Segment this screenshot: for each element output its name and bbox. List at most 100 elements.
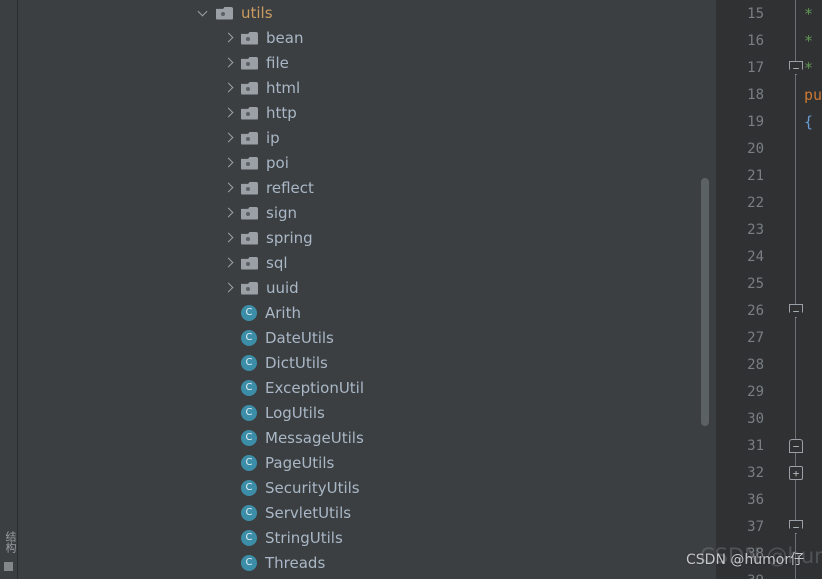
structure-tool-label[interactable]: 结构 (2, 531, 17, 553)
java-class-icon: C (241, 479, 257, 496)
line-number[interactable]: 22 (716, 189, 794, 216)
tree-item-class[interactable]: C Arith (19, 300, 715, 325)
chevron-right-icon[interactable] (222, 156, 235, 169)
line-number[interactable]: 30 (716, 405, 794, 432)
tree-item-folder[interactable]: poi (19, 150, 715, 175)
code-line[interactable] (804, 135, 822, 162)
code-line[interactable] (804, 459, 822, 486)
line-number[interactable]: 23 (716, 216, 794, 243)
fold-marker-start[interactable]: − (789, 439, 803, 453)
tree-item-folder[interactable]: sign (19, 200, 715, 225)
line-number[interactable]: 15 (716, 0, 794, 27)
code-line[interactable] (804, 189, 822, 216)
tree-scrollbar-track[interactable] (700, 0, 712, 579)
tree-item-class[interactable]: C DictUtils (19, 350, 715, 375)
tree-item-folder[interactable]: spring (19, 225, 715, 250)
tree-item-folder[interactable]: uuid (19, 275, 715, 300)
project-tree-panel[interactable]: utils bean file html http ip poi reflect sign spr… (19, 0, 715, 579)
line-number[interactable]: 32 (716, 459, 794, 486)
tree-item-folder[interactable]: bean (19, 25, 715, 50)
tree-item-class[interactable]: C LogUtils (19, 400, 715, 425)
tree-item-folder[interactable]: sql (19, 250, 715, 275)
code-line[interactable] (804, 378, 822, 405)
chevron-down-icon[interactable] (197, 6, 210, 19)
tree-item-folder[interactable] (19, 575, 715, 579)
tree-item-folder[interactable]: file (19, 50, 715, 75)
code-line[interactable] (804, 513, 822, 540)
tree-item-class[interactable]: C Threads (19, 550, 715, 575)
editor-gutter[interactable]: 15 16 17 18 19 20 21 22 23 24 25 26 27 28 29 30 31 32 36 37… (716, 0, 794, 579)
line-number[interactable]: 28 (716, 351, 794, 378)
chevron-right-icon[interactable] (222, 206, 235, 219)
left-tool-strip: 结构 (0, 0, 18, 579)
code-line[interactable] (804, 243, 822, 270)
code-line[interactable]: * (804, 27, 822, 54)
no-chevron-spacer (222, 456, 235, 469)
code-line[interactable]: * (804, 0, 822, 27)
code-line[interactable]: pu (804, 81, 822, 108)
tree-scrollbar-thumb[interactable] (701, 178, 709, 426)
line-number[interactable]: 39 (716, 567, 794, 579)
line-number[interactable]: 17 (716, 54, 794, 81)
tree-item-label: utils (241, 3, 273, 22)
no-chevron-spacer (222, 531, 235, 544)
code-line[interactable] (804, 297, 822, 324)
folder-icon (241, 81, 258, 95)
line-number[interactable]: 19 (716, 108, 794, 135)
collapse-chip-icon[interactable] (4, 562, 13, 571)
java-class-icon: C (241, 379, 257, 396)
tree-item-folder[interactable]: http (19, 100, 715, 125)
line-number[interactable]: 38 (716, 540, 794, 567)
chevron-right-icon[interactable] (222, 106, 235, 119)
code-line[interactable] (804, 270, 822, 297)
code-text-column[interactable]: * * * pu { (804, 0, 822, 579)
line-number[interactable]: 36 (716, 486, 794, 513)
code-line[interactable]: { (804, 108, 822, 135)
line-number[interactable]: 27 (716, 324, 794, 351)
code-line[interactable] (804, 216, 822, 243)
chevron-right-icon[interactable] (222, 281, 235, 294)
code-line[interactable] (804, 432, 822, 459)
code-line[interactable] (804, 567, 822, 579)
chevron-right-icon[interactable] (222, 181, 235, 194)
java-class-icon: C (241, 454, 257, 471)
fold-marker-plus[interactable]: + (789, 466, 803, 480)
chevron-right-icon[interactable] (222, 56, 235, 69)
tree-item-folder[interactable]: reflect (19, 175, 715, 200)
code-line[interactable] (804, 540, 822, 567)
code-line[interactable] (804, 405, 822, 432)
line-number[interactable]: 20 (716, 135, 794, 162)
chevron-right-icon[interactable] (222, 81, 235, 94)
line-number[interactable]: 18 (716, 81, 794, 108)
line-number[interactable]: 24 (716, 243, 794, 270)
line-number[interactable]: 37 (716, 513, 794, 540)
chevron-right-icon[interactable] (222, 31, 235, 44)
line-number[interactable]: 16 (716, 27, 794, 54)
code-line[interactable] (804, 162, 822, 189)
line-number[interactable]: 26 (716, 297, 794, 324)
tree-item-class[interactable]: C StringUtils (19, 525, 715, 550)
code-line[interactable] (804, 351, 822, 378)
no-chevron-spacer (222, 356, 235, 369)
tree-item-class[interactable]: C SecurityUtils (19, 475, 715, 500)
line-number[interactable]: 31 (716, 432, 794, 459)
chevron-right-icon[interactable] (222, 231, 235, 244)
tree-item-label: poi (266, 153, 289, 172)
tree-item-class[interactable]: C ServletUtils (19, 500, 715, 525)
line-number[interactable]: 29 (716, 378, 794, 405)
tree-item-class[interactable]: C DateUtils (19, 325, 715, 350)
tree-item-folder[interactable]: utils (19, 0, 715, 25)
chevron-right-icon[interactable] (222, 256, 235, 269)
line-number[interactable]: 21 (716, 162, 794, 189)
chevron-right-icon[interactable] (222, 131, 235, 144)
editor-panel[interactable]: 15 16 17 18 19 20 21 22 23 24 25 26 27 28 29 30 31 32 36 37… (716, 0, 822, 579)
code-line[interactable] (804, 324, 822, 351)
tree-item-class[interactable]: C ExceptionUtil (19, 375, 715, 400)
tree-item-class[interactable]: C PageUtils (19, 450, 715, 475)
code-line[interactable]: * (804, 54, 822, 81)
line-number[interactable]: 25 (716, 270, 794, 297)
tree-item-class[interactable]: C MessageUtils (19, 425, 715, 450)
tree-item-folder[interactable]: ip (19, 125, 715, 150)
tree-item-folder[interactable]: html (19, 75, 715, 100)
code-line[interactable] (804, 486, 822, 513)
